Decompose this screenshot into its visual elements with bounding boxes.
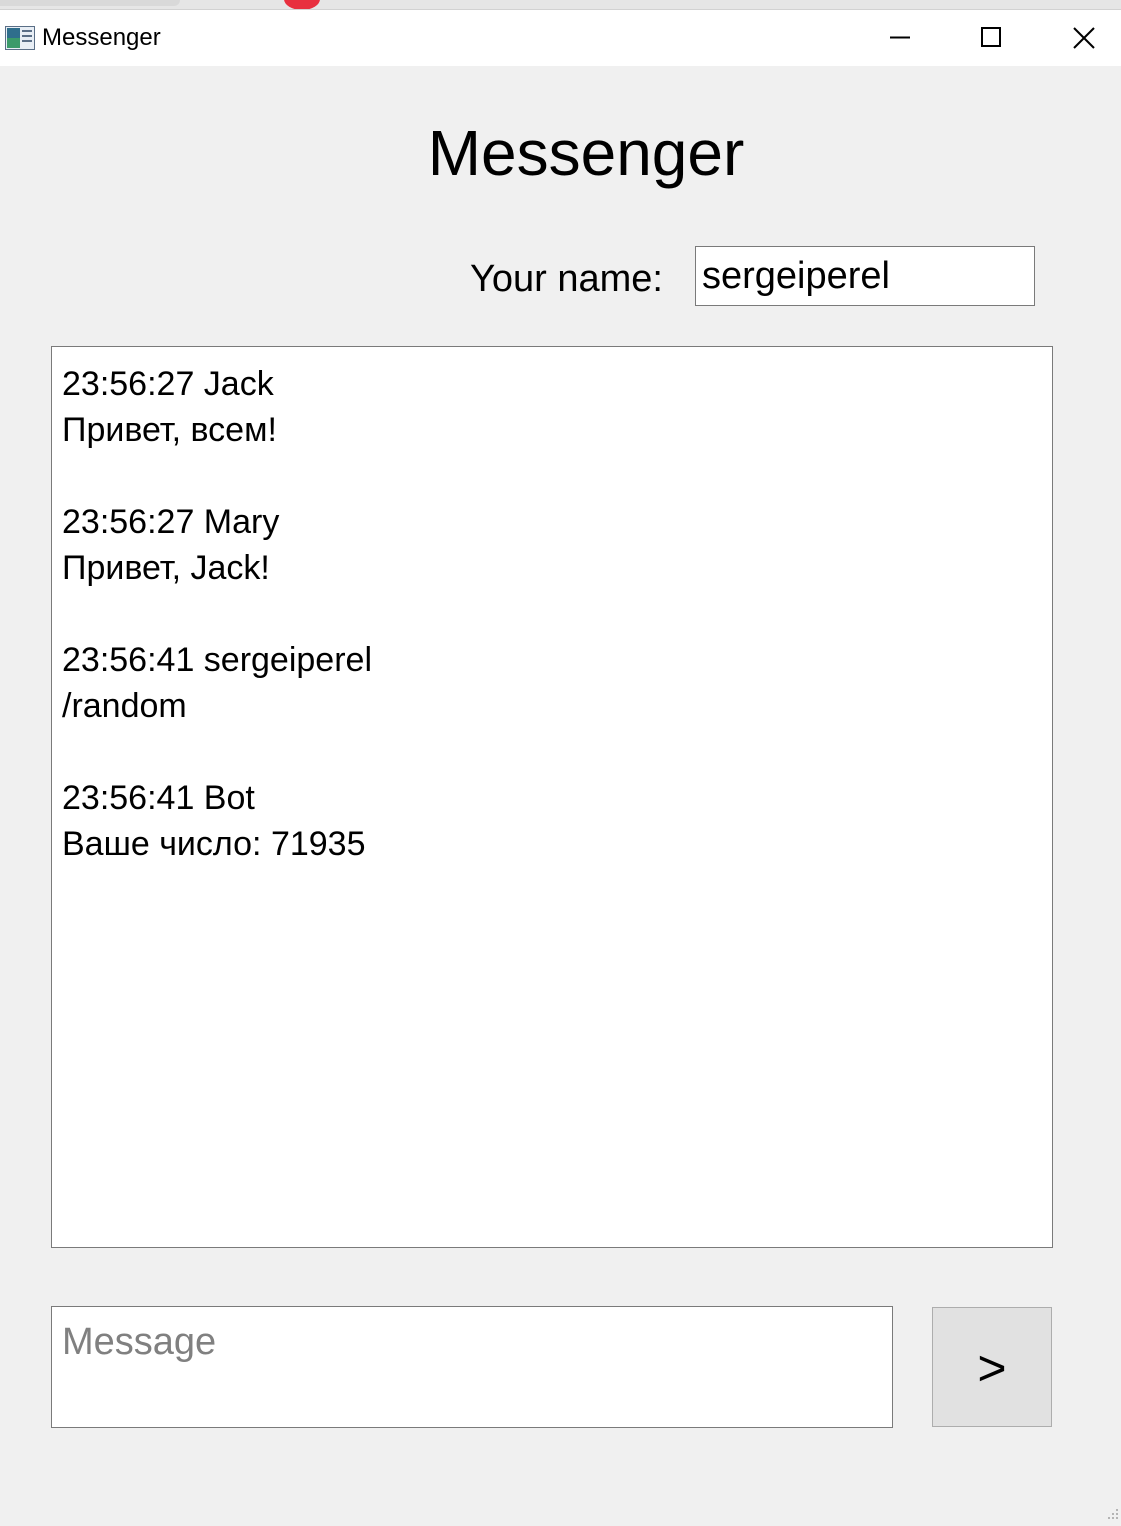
message-header: 23:56:41 Bot <box>62 779 255 817</box>
message-header: 23:56:41 sergeiperel <box>62 641 373 679</box>
message-text: Ваше число: 71935 <box>62 825 366 863</box>
window-titlebar[interactable]: Messenger <box>0 10 1121 66</box>
chat-message: 23:56:27 Mary Привет, Jack! <box>62 499 1042 591</box>
resize-grip-icon[interactable] <box>1106 1507 1120 1521</box>
message-header: 23:56:27 Mary <box>62 503 280 541</box>
chat-message: 23:56:41 Bot Ваше число: 71935 <box>62 775 1042 867</box>
message-header: 23:56:27 Jack <box>62 365 274 403</box>
send-button[interactable]: > <box>932 1307 1052 1427</box>
message-text: /random <box>62 687 187 725</box>
browser-tab-strip <box>0 0 1121 10</box>
app-window-icon <box>5 26 35 50</box>
maximize-button[interactable] <box>946 10 1038 66</box>
message-text: Привет, всем! <box>62 411 277 449</box>
close-button[interactable] <box>1038 10 1121 66</box>
minimize-icon <box>890 36 910 39</box>
name-label: Your name: <box>470 258 663 300</box>
chat-message: 23:56:41 sergeiperel /random <box>62 637 1042 729</box>
page-title: Messenger <box>427 117 745 189</box>
maximize-icon <box>981 27 1001 47</box>
notification-badge-icon <box>284 0 320 9</box>
chat-message: 23:56:27 Jack Привет, всем! <box>62 361 1042 453</box>
message-input[interactable] <box>51 1306 893 1428</box>
name-input[interactable] <box>695 246 1035 306</box>
browser-tab[interactable] <box>0 0 180 6</box>
window-title: Messenger <box>42 24 161 51</box>
close-icon <box>1073 27 1095 49</box>
chat-history[interactable]: 23:56:27 Jack Привет, всем! 23:56:27 Mar… <box>51 346 1053 1248</box>
message-text: Привет, Jack! <box>62 549 270 587</box>
minimize-button[interactable] <box>854 10 946 66</box>
